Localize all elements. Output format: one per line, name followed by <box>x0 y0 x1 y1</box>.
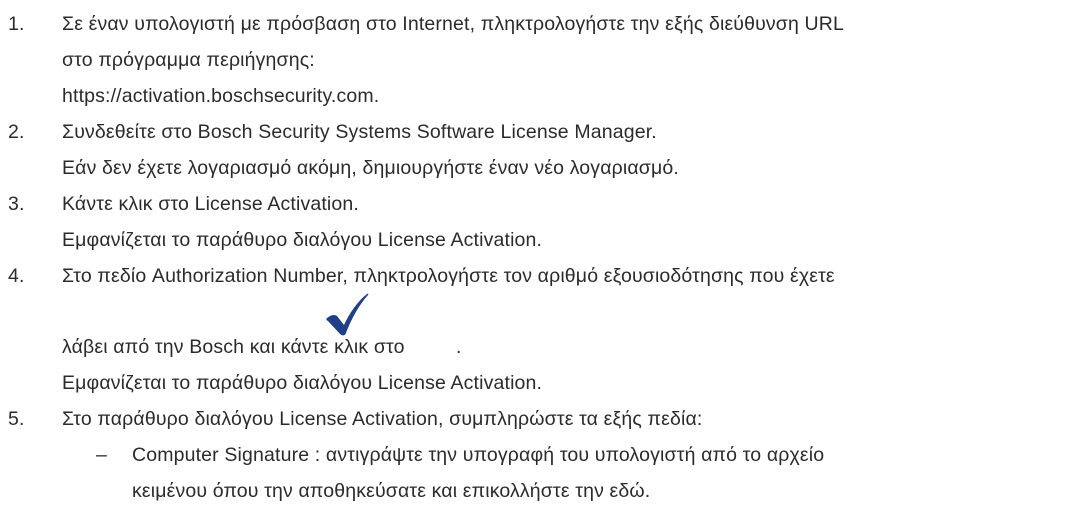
step-text-line: Σε έναν υπολογιστή με πρόσβαση στο Inter… <box>62 13 845 35</box>
step-text-line: Κάντε κλικ στο License Activation. <box>62 193 359 215</box>
url-text: https://activation.boschsecurity.com. <box>62 85 380 107</box>
step-text-line: λάβει από την Bosch και κάντε κλικ στο <box>62 336 405 358</box>
checkmark-icon <box>326 293 369 336</box>
step-number: 5. <box>8 408 25 430</box>
step-text-period: . <box>456 336 462 358</box>
step-text-line: στο πρόγραμμα περιήγησης: <box>62 49 315 71</box>
sub-item-marker: – <box>96 444 107 466</box>
step-text-line: Εμφανίζεται το παράθυρο διαλόγου License… <box>62 229 543 251</box>
step-text-line: Εμφανίζεται το παράθυρο διαλόγου License… <box>62 372 543 394</box>
step-text-line: Στο πεδίο Authorization Number, πληκτρολ… <box>62 265 835 287</box>
step-number: 3. <box>8 193 25 215</box>
step-number: 1. <box>8 13 25 35</box>
step-text-line: Εάν δεν έχετε λογαριασμό ακόμη, δημιουργ… <box>62 157 679 179</box>
step-text-line: Στο παράθυρο διαλόγου License Activation… <box>62 408 703 430</box>
document-page: 1. Σε έναν υπολογιστή με πρόσβαση στο In… <box>0 0 1067 526</box>
step-text-line: Συνδεθείτε στο Bosch Security Systems So… <box>62 121 657 143</box>
sub-item-text-line: Computer Signature : αντιγράψτε την υπογ… <box>132 444 825 466</box>
step-number: 4. <box>8 265 25 287</box>
sub-item-text-line: κειμένου όπου την αποθηκεύσατε και επικο… <box>132 480 651 502</box>
step-number: 2. <box>8 121 25 143</box>
